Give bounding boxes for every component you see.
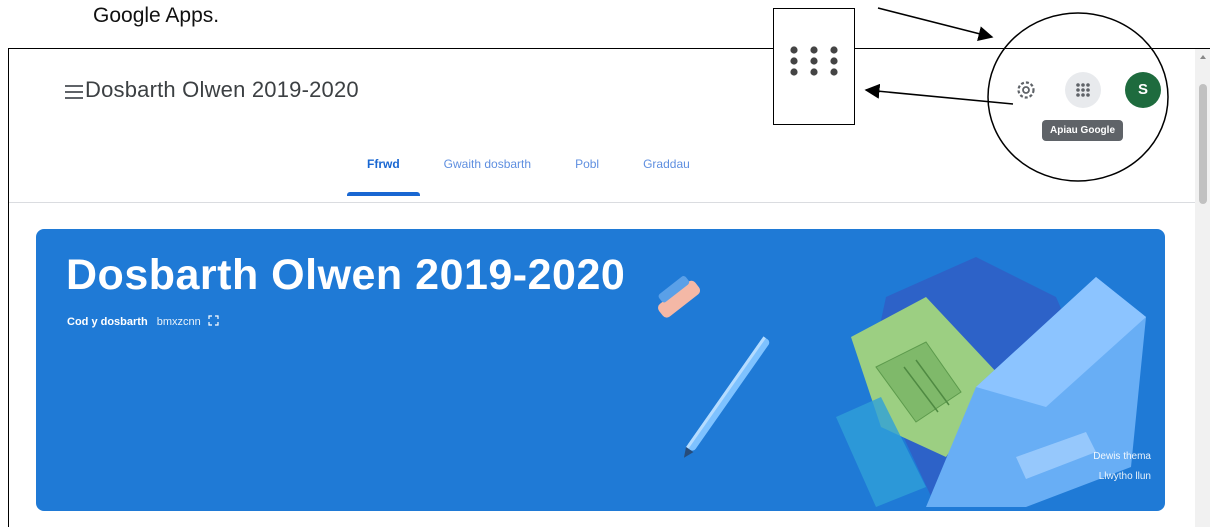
class-code-value: bmxzcnn	[156, 315, 201, 328]
class-code: Cod y dosbarth bmxzcnn	[67, 315, 219, 329]
class-code-label: Cod y dosbarth	[67, 315, 148, 328]
tab-grades[interactable]: Graddau	[621, 153, 712, 202]
expand-icon[interactable]	[208, 315, 219, 329]
scrollbar-thumb[interactable]	[1199, 84, 1207, 204]
top-bar: Dosbarth Olwen 2019-2020 Ffrwd Gwaith do…	[9, 49, 1195, 203]
tab-classwork[interactable]: Gwaith dosbarth	[422, 153, 553, 202]
class-title[interactable]: Dosbarth Olwen 2019-2020	[85, 77, 359, 103]
class-banner: Dosbarth Olwen 2019-2020 Cod y dosbarth …	[36, 229, 1165, 511]
tab-bar: Ffrwd Gwaith dosbarth Pobl Graddau	[345, 153, 712, 202]
banner-title: Dosbarth Olwen 2019-2020	[66, 251, 626, 299]
caption-text: Google Apps.	[93, 4, 220, 27]
tab-stream[interactable]: Ffrwd	[345, 153, 422, 202]
banner-illustration	[658, 257, 1146, 507]
scroll-up-arrow-icon[interactable]	[1200, 55, 1206, 59]
tab-stream-label: Ffrwd	[367, 157, 400, 171]
zoomed-apps-icon-box	[773, 8, 855, 125]
scrollbar[interactable]	[1195, 49, 1210, 527]
tab-classwork-label: Gwaith dosbarth	[443, 157, 532, 171]
avatar[interactable]: S	[1125, 72, 1161, 108]
arrow-to-circle	[877, 7, 994, 41]
menu-icon[interactable]	[65, 85, 83, 99]
active-tab-indicator	[347, 192, 420, 196]
classroom-window: Dosbarth Olwen 2019-2020 Ffrwd Gwaith do…	[8, 48, 1210, 527]
tab-people[interactable]: Pobl	[553, 153, 621, 202]
apps-tooltip: Apiau Google	[1042, 120, 1123, 141]
apps-grid-icon	[790, 46, 838, 76]
gear-icon[interactable]	[1012, 76, 1040, 104]
tab-grades-label: Graddau	[643, 157, 690, 171]
apps-grid-icon[interactable]	[1065, 72, 1101, 108]
upload-photo-link[interactable]: Llwytho llun	[1099, 471, 1151, 482]
select-theme-link[interactable]: Dewis thema	[1093, 451, 1151, 462]
tab-people-label: Pobl	[575, 157, 600, 171]
